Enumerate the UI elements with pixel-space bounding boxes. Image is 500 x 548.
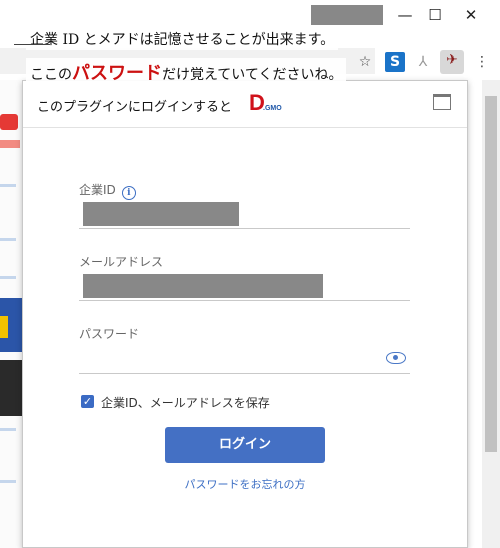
popup-header-text: このプラグインにログインすると <box>37 100 233 115</box>
bg-line <box>0 480 16 483</box>
maximize-button[interactable]: ☐ <box>420 4 450 26</box>
annotation-underline <box>14 44 50 45</box>
bg-logo-block <box>0 114 18 130</box>
browser-menu-icon[interactable]: ⋮ <box>472 52 492 72</box>
bg-logo-sub <box>0 140 20 148</box>
forgot-password-link-text[interactable]: パスワードをお忘れの方 <box>185 478 306 491</box>
bg-line <box>0 184 16 187</box>
info-icon[interactable]: i <box>121 186 136 200</box>
redacted-company-id <box>83 202 239 226</box>
annotation-line-2-suffix: だけ覚えていてくださいね。 <box>162 67 343 83</box>
bg-line <box>0 238 16 241</box>
redacted-email <box>83 274 323 298</box>
close-button[interactable]: ✕ <box>456 4 486 26</box>
save-credentials-checkbox[interactable]: ✓ <box>81 395 94 408</box>
brand-logo: D .GMO <box>249 92 282 114</box>
popup-header: このプラグインにログインすると D .GMO <box>23 81 467 128</box>
save-credentials-label[interactable]: 企業ID、メールアドレスを保存 <box>101 394 270 411</box>
annotation-line-2: ここのパスワードだけ覚えていてくださいね。 <box>26 58 347 86</box>
password-field[interactable] <box>79 347 410 374</box>
annotation-highlight: パスワード <box>72 63 162 84</box>
bookmark-star-icon[interactable]: ☆ <box>355 52 375 72</box>
login-button[interactable]: ログイン <box>165 427 325 463</box>
email-field[interactable] <box>79 274 410 301</box>
annotation-line-2-prefix: ここの <box>30 67 72 83</box>
plugin-popup: このプラグインにログインすると D .GMO 企業ID i メールアドレス パスワ… <box>22 80 468 548</box>
open-window-icon[interactable] <box>433 94 451 110</box>
bg-line <box>0 428 16 431</box>
extension-s-icon[interactable]: S <box>385 52 405 72</box>
scrollbar-thumb[interactable] <box>485 96 497 452</box>
company-id-field[interactable] <box>79 202 410 229</box>
minimize-button[interactable]: — <box>390 4 420 26</box>
bg-banner-accent <box>0 316 8 338</box>
company-id-label-text: 企業ID <box>79 183 116 197</box>
forgot-password-link: パスワードをお忘れの方 <box>23 476 467 492</box>
redacted-window-title <box>311 5 383 25</box>
background-webpage <box>0 80 22 548</box>
annotation-line-1: 企業 ID とメアドは記憶させることが出来ます。 <box>26 28 339 50</box>
email-label: メールアドレス <box>79 255 164 269</box>
bg-line <box>0 276 16 279</box>
bg-image <box>0 360 22 416</box>
extension-active-icon[interactable]: ✈ <box>440 50 464 74</box>
brand-logo-sub: .GMO <box>263 105 282 112</box>
window-titlebar: — ☐ ✕ <box>0 0 500 30</box>
password-label: パスワード <box>79 327 140 341</box>
extension-acrobat-icon[interactable]: ⅄ <box>413 52 433 72</box>
company-id-label: 企業ID i <box>79 181 136 200</box>
show-password-eye-icon[interactable] <box>386 352 406 364</box>
